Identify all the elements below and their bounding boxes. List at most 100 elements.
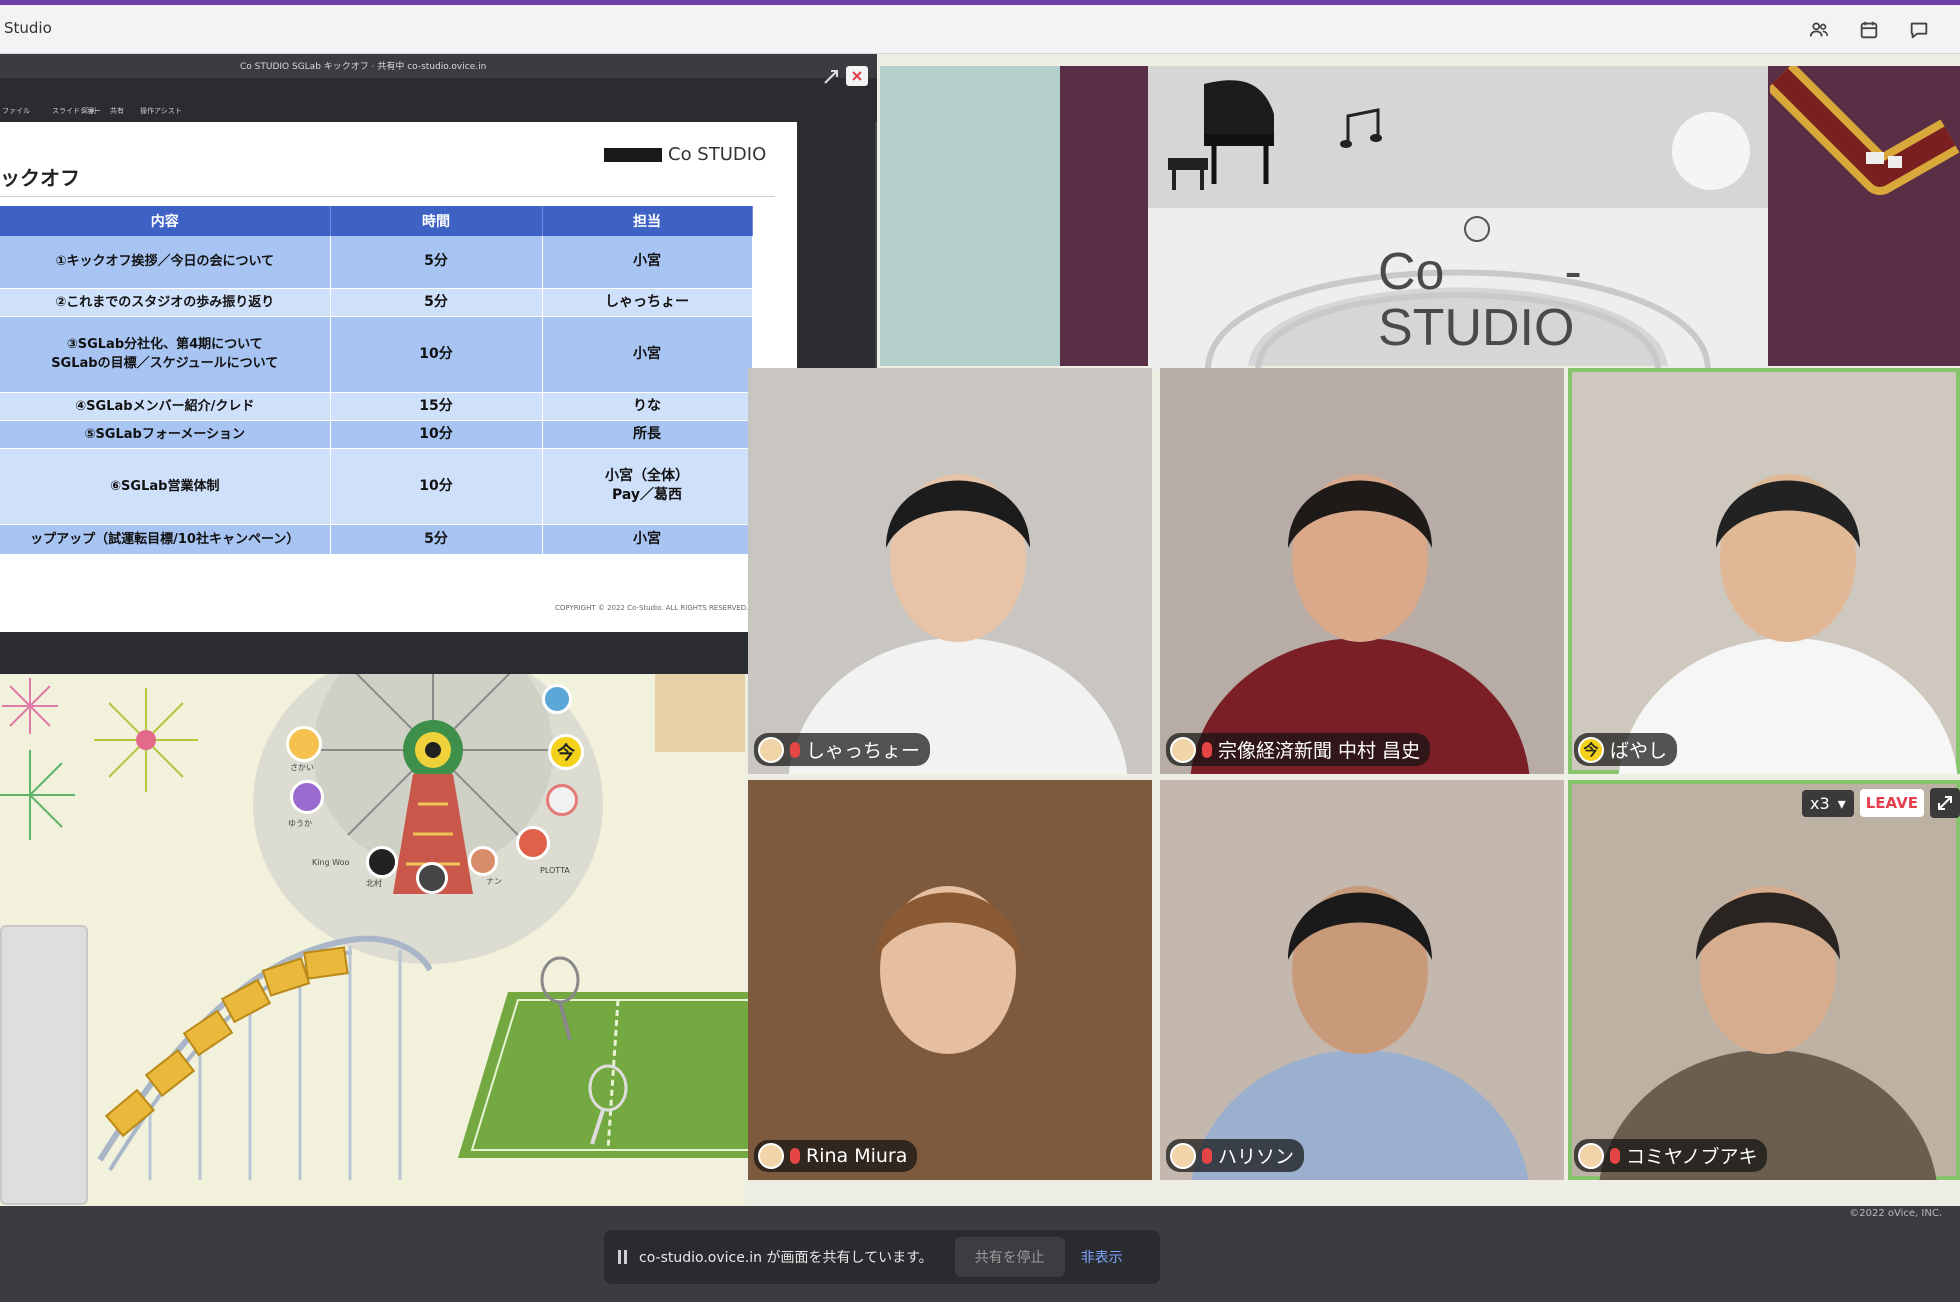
- building-decoration: [655, 672, 745, 752]
- avatar[interactable]: [286, 726, 322, 762]
- people-icon[interactable]: [1802, 15, 1836, 45]
- participant-name-tag: しゃっちょー: [754, 733, 931, 766]
- video-controls: x3 ▾ LEAVE: [1802, 788, 1960, 818]
- agenda-table: 内容 時間 担当 ①キックオフ挨拶／今日の会について 5分 小宮 ②これまでのスタジオ…: [0, 206, 753, 555]
- mic-muted-icon: [1610, 1147, 1620, 1164]
- participant-video: [1190, 474, 1530, 774]
- table-cell-owner: 所長: [542, 420, 753, 449]
- logo-mark: [604, 147, 662, 162]
- share-notice-text: co-studio.ovice.in が画面を共有しています。: [639, 1250, 933, 1266]
- pause-icon: [618, 1250, 621, 1264]
- table-cell-owner: 小宮（全体） Pay／葛西: [542, 448, 753, 525]
- table-row: ⑥SGLab営業体制 10分 小宮（全体） Pay／葛西: [0, 448, 753, 525]
- mic-muted-icon: [790, 741, 800, 758]
- avatar: [758, 736, 784, 763]
- avatar[interactable]: [516, 826, 550, 860]
- avatar[interactable]: [546, 784, 578, 816]
- table-cell-item: ③SGLab分社化、第4期について SGLabの目標／スケジュールについて: [0, 316, 331, 393]
- participant-video: [779, 886, 1117, 1180]
- close-share-button[interactable]: [846, 66, 868, 86]
- toolbar-item[interactable]: ファイル: [2, 106, 30, 116]
- avatar-label[interactable]: King Woo: [312, 858, 349, 867]
- participant-name: しゃっちょー: [806, 740, 921, 762]
- avatar: [1170, 1142, 1196, 1169]
- avatar-badge[interactable]: 今: [548, 734, 584, 770]
- participant-video: [1618, 474, 1958, 774]
- hide-notice-button[interactable]: 非表示: [1081, 1247, 1123, 1267]
- avatar: [758, 1143, 784, 1169]
- table-header: 時間: [330, 206, 543, 236]
- fullscreen-icon[interactable]: [1930, 788, 1960, 818]
- avatar-label[interactable]: PLOTTA: [540, 866, 570, 875]
- participant-name: ばやし: [1610, 740, 1668, 762]
- avatar[interactable]: [366, 846, 398, 878]
- table-cell-item: ①キックオフ挨拶／今日の会について: [0, 236, 331, 289]
- lamp-decoration: [1672, 112, 1750, 190]
- stop-sharing-button[interactable]: 共有を停止: [954, 1237, 1065, 1277]
- table-cell-owner: しゃっちょー: [542, 288, 753, 317]
- table-cell-item: ②これまでのスタジオの歩み振り返り: [0, 288, 331, 317]
- participant-name: コミヤノブアキ: [1626, 1146, 1758, 1168]
- mic-muted-icon: [1202, 1147, 1212, 1164]
- table-cell-item: ④SGLabメンバー紹介/クレド: [0, 392, 331, 421]
- table-cell-item: ⑥SGLab営業体制: [0, 448, 331, 525]
- logo-co: Co: [1378, 243, 1445, 301]
- leave-button[interactable]: LEAVE: [1859, 789, 1924, 817]
- bar-counter: [1770, 66, 1960, 195]
- table-cell-owner: 小宮: [542, 524, 753, 555]
- table-cell-time: 15分: [330, 392, 543, 421]
- firework-decoration: [94, 688, 198, 792]
- app-window: Studio King Woo 北村 ナン PLOTTA さかい ゆうか 今 C…: [0, 0, 1960, 1302]
- share-title: Co STUDIO SGLab キックオフ · 共有中 co-studio.ov…: [240, 62, 487, 72]
- participant-name-tag: 宗像経済新聞 中村 昌史: [1166, 733, 1431, 766]
- video-tile[interactable]: 今ばやし: [1568, 368, 1960, 774]
- share-title-bar: Co STUDIO SGLab キックオフ · 共有中 co-studio.ov…: [0, 54, 877, 78]
- avatar: [1170, 736, 1196, 763]
- table-cell-time: 10分: [330, 448, 543, 525]
- video-tile[interactable]: しゃっちょー: [748, 368, 1152, 774]
- table-header: 担当: [542, 206, 753, 236]
- video-tile[interactable]: Rina Miura: [748, 780, 1152, 1180]
- avatar-badge: 今: [1578, 736, 1604, 763]
- firework-decoration: [0, 750, 75, 840]
- table-cell-item: ⑤SGLabフォーメーション: [0, 420, 331, 449]
- chat-icon[interactable]: [1902, 15, 1936, 45]
- screen-share-notice: co-studio.ovice.in が画面を共有しています。 共有を停止 非表…: [604, 1230, 1160, 1284]
- meeting-room-panel[interactable]: [0, 925, 88, 1205]
- room-wall: [880, 66, 1060, 366]
- avatar-label[interactable]: ゆうか: [288, 818, 312, 829]
- screen-share-window[interactable]: Co STUDIO SGLab キックオフ · 共有中 co-studio.ov…: [0, 54, 877, 674]
- avatar[interactable]: [542, 684, 572, 714]
- table-cell-time: 5分: [330, 524, 543, 555]
- tennis-court: [458, 956, 758, 1158]
- presentation-slide: ックオフ Co STUDIO 内容 時間 担当 ①キックオフ挨拶／今日の会につい…: [0, 122, 797, 632]
- avatar-label[interactable]: さかい: [290, 762, 314, 773]
- avatar[interactable]: [290, 780, 324, 814]
- calendar-icon[interactable]: [1852, 15, 1886, 45]
- video-tile[interactable]: コミヤノブアキ x3 ▾ LEAVE: [1568, 780, 1960, 1180]
- corner-copyright: ©2022 oVice, INC.: [1849, 1208, 1942, 1219]
- toolbar-item[interactable]: 印刷: [82, 106, 96, 116]
- mic-muted-icon: [1202, 741, 1212, 758]
- app-title: Studio: [4, 19, 52, 37]
- toolbar-item[interactable]: 共有: [110, 106, 124, 116]
- table-row: ップアップ（試運転目標/10社キャンペーン） 5分 小宮: [0, 524, 753, 555]
- music-note-icon: [1340, 108, 1382, 148]
- chevron-down-icon: ▾: [1837, 793, 1846, 813]
- speed-select[interactable]: x3 ▾: [1802, 789, 1854, 817]
- table-cell-item: ップアップ（試運転目標/10社キャンペーン）: [0, 524, 331, 555]
- avatar: [1578, 1142, 1604, 1169]
- participant-name: Rina Miura: [806, 1145, 908, 1167]
- avatar-label[interactable]: ナン: [486, 876, 502, 887]
- video-tile[interactable]: ハリソン: [1160, 780, 1564, 1180]
- avatar[interactable]: [468, 846, 498, 876]
- participant-name-tag: ハリソン: [1166, 1139, 1305, 1172]
- room-marker[interactable]: [1464, 216, 1490, 242]
- video-tile[interactable]: 宗像経済新聞 中村 昌史: [1160, 368, 1564, 774]
- slide-logo: Co STUDIO: [604, 144, 766, 165]
- speed-value: x3: [1810, 793, 1830, 813]
- participant-name-tag: 今ばやし: [1574, 733, 1678, 766]
- table-row: ②これまでのスタジオの歩み振り返り 5分 しゃっちょー: [0, 288, 753, 317]
- expand-icon[interactable]: [822, 68, 840, 86]
- toolbar-item[interactable]: 操作アシスト: [140, 106, 182, 116]
